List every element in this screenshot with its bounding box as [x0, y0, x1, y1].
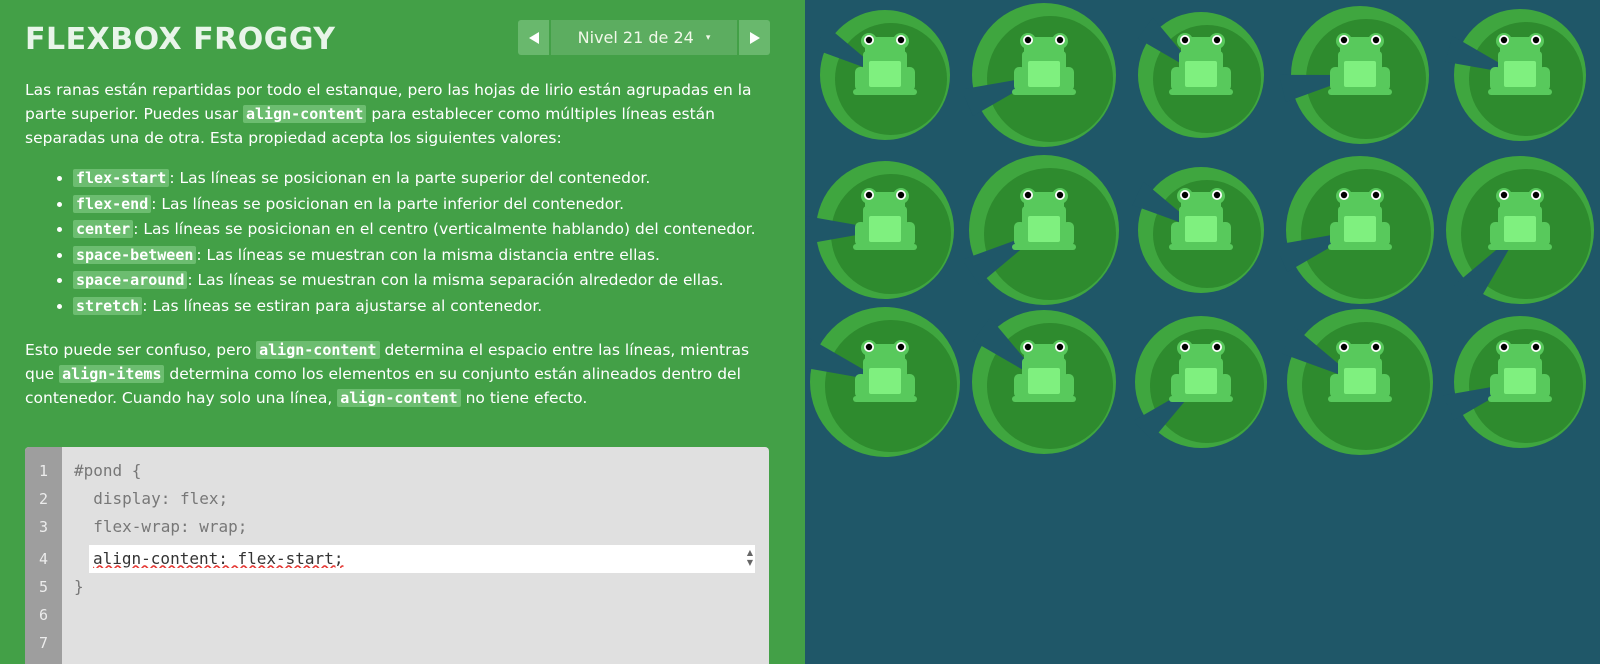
list-item: space-around: Las líneas se muestran con… [73, 268, 775, 292]
lilypad-with-frog [1440, 302, 1600, 466]
code-text: display: flex; [74, 489, 229, 508]
line-number: 1 [38, 462, 49, 480]
text: Esto puede ser confuso, pero [25, 340, 257, 359]
line-number: 5 [38, 578, 49, 596]
lilypad-with-frog [805, 0, 965, 159]
lilypad-with-frog [1121, 302, 1281, 466]
list-item-text: : Las líneas se muestran con la misma se… [187, 271, 724, 289]
code-align-content: align-content [243, 105, 367, 123]
lilypad-with-frog [1121, 150, 1281, 314]
instructions-paragraph-1: Las ranas están repartidas por todo el e… [25, 78, 775, 150]
lilypad-with-frog [1440, 150, 1600, 314]
sidebar: FLEXBOX FROGGY Nivel 21 de 24 ▾ Las rana… [0, 0, 805, 664]
code-input-wrapper: ▲▼ [89, 545, 755, 573]
lilypad-with-frog [964, 302, 1124, 466]
lilypad-with-frog [1440, 0, 1600, 159]
list-item-text: : Las líneas se posicionan en la parte s… [169, 169, 651, 187]
code-line: 6 [25, 601, 62, 629]
code-value: flex-end [73, 194, 152, 213]
lilypad-with-frog [1275, 150, 1440, 314]
values-list: flex-start: Las líneas se posicionan en … [25, 166, 775, 318]
triangle-left-icon [528, 31, 539, 44]
lilypad-with-frog [961, 0, 1124, 159]
code-align-content: align-content [337, 388, 461, 407]
code-line: 7 [25, 629, 62, 657]
code-text: #pond { [74, 461, 142, 480]
caret-down-icon: ▾ [705, 32, 711, 43]
code-value: stretch [73, 296, 143, 315]
code-align-content: align-content [256, 340, 380, 359]
level-navigation: Nivel 21 de 24 ▾ [518, 20, 770, 55]
list-item-text: : Las líneas se estiran para ajustarse a… [142, 296, 543, 315]
line-number: 3 [38, 518, 49, 536]
line-number: 6 [38, 606, 49, 624]
code-input[interactable] [89, 545, 737, 571]
level-indicator[interactable]: Nivel 21 de 24 ▾ [551, 20, 737, 55]
list-item: space-between: Las líneas se muestran co… [73, 243, 775, 267]
spinner-icon: ▲ ▼ [746, 548, 753, 567]
css-editor: 1 #pond { 2 display: flex; 3 flex-wrap: w… [25, 447, 769, 664]
lilypad-with-frog [1279, 0, 1440, 159]
app-title: FLEXBOX FROGGY [25, 22, 336, 57]
list-item: flex-start: Las líneas se posicionan en … [73, 166, 775, 190]
line-number: 2 [38, 490, 49, 508]
previous-level-button[interactable] [518, 20, 549, 55]
code-value: space-around [73, 271, 188, 289]
code-line: 5} [25, 573, 84, 601]
pond [801, 0, 1600, 664]
code-line: 4 [25, 545, 62, 573]
instructions: Las ranas están repartidas por todo el e… [25, 78, 775, 426]
lilypad-with-frog [805, 150, 965, 314]
lilypad-with-frog [962, 150, 1124, 314]
list-item-text: : Las líneas se posicionan en el centro … [133, 220, 756, 238]
code-value: space-between [73, 245, 197, 264]
lilypad-with-frog [801, 302, 965, 466]
code-value: flex-start [73, 169, 170, 187]
next-level-button[interactable] [739, 20, 770, 55]
instructions-paragraph-2: Esto puede ser confuso, pero align-conte… [25, 338, 775, 410]
triangle-right-icon [749, 31, 760, 44]
list-item-text: : Las líneas se posicionan en la parte i… [151, 194, 625, 213]
text: no tiene efecto. [460, 388, 588, 407]
code-line: 1 #pond { [25, 457, 141, 485]
code-value: center [73, 220, 134, 238]
code-line: 2 display: flex; [25, 485, 228, 513]
lilypad-with-frog [1121, 0, 1281, 159]
code-line: 3 flex-wrap: wrap; [25, 513, 247, 541]
code-text: flex-wrap: wrap; [74, 517, 248, 536]
level-label: Nivel 21 de 24 [577, 28, 694, 47]
line-number: 4 [38, 550, 49, 568]
line-number: 7 [38, 634, 49, 652]
lilypad-with-frog [1280, 302, 1440, 466]
list-item: stretch: Las líneas se estiran para ajus… [73, 294, 775, 318]
list-item-text: : Las líneas se muestran con la misma di… [196, 245, 660, 264]
code-text: } [74, 577, 84, 596]
list-item: flex-end: Las líneas se posicionan en la… [73, 192, 775, 216]
list-item: center: Las líneas se posicionan en el c… [73, 217, 775, 241]
code-align-items: align-items [59, 364, 165, 383]
